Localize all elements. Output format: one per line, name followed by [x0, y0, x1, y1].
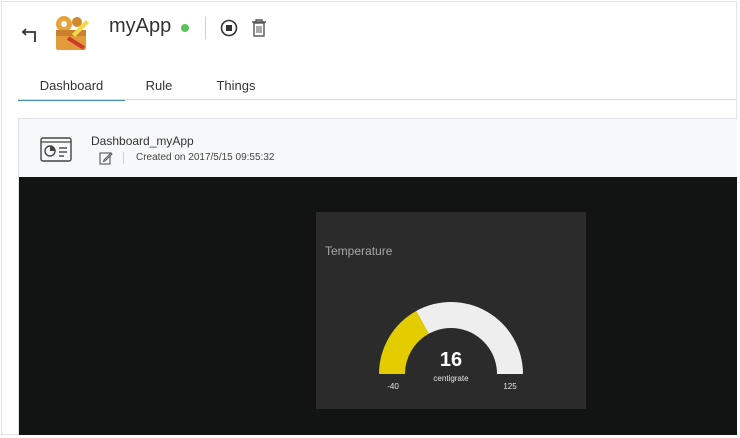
- gauge-max-label: 125: [503, 382, 517, 391]
- stop-icon[interactable]: [220, 19, 238, 37]
- dashboard-canvas: Temperature 16 centigrate -40 125: [19, 177, 737, 435]
- gauge-fill: [379, 311, 429, 374]
- back-arrow-icon[interactable]: [20, 24, 42, 46]
- dashboard-icon: [40, 137, 72, 162]
- header-divider: [205, 17, 206, 39]
- gauge-value: 16: [439, 349, 463, 371]
- dashboard-name: Dashboard_myApp: [91, 134, 194, 148]
- app-name: myApp: [109, 15, 172, 37]
- tab-dashboard[interactable]: Dashboard: [18, 70, 125, 101]
- tab-things[interactable]: Things: [208, 70, 264, 100]
- meta-divider: [123, 152, 124, 164]
- trash-icon[interactable]: [250, 18, 268, 38]
- tab-things-label: Things: [216, 78, 256, 93]
- tab-rule[interactable]: Rule: [136, 70, 182, 100]
- gauge-unit: centigrate: [433, 374, 469, 383]
- status-indicator: [181, 24, 189, 32]
- tab-bar-divider: [18, 99, 736, 100]
- temperature-widget[interactable]: Temperature 16 centigrate -40 125: [316, 212, 586, 409]
- tab-rule-label: Rule: [145, 78, 173, 93]
- widget-title: Temperature: [325, 244, 393, 258]
- tab-bar: Dashboard Rule Things: [18, 70, 736, 101]
- tab-dashboard-label: Dashboard: [39, 78, 104, 93]
- created-timestamp: Created on 2017/5/15 09:55:32: [136, 152, 275, 163]
- edit-icon[interactable]: [99, 151, 113, 165]
- gauge-min-label: -40: [387, 382, 399, 391]
- dashboard-card: Dashboard_myApp Created on 2017/5/15 09:…: [18, 118, 737, 435]
- dashboard-header: Dashboard_myApp Created on 2017/5/15 09:…: [19, 119, 737, 177]
- app-logo-icon: [50, 12, 92, 54]
